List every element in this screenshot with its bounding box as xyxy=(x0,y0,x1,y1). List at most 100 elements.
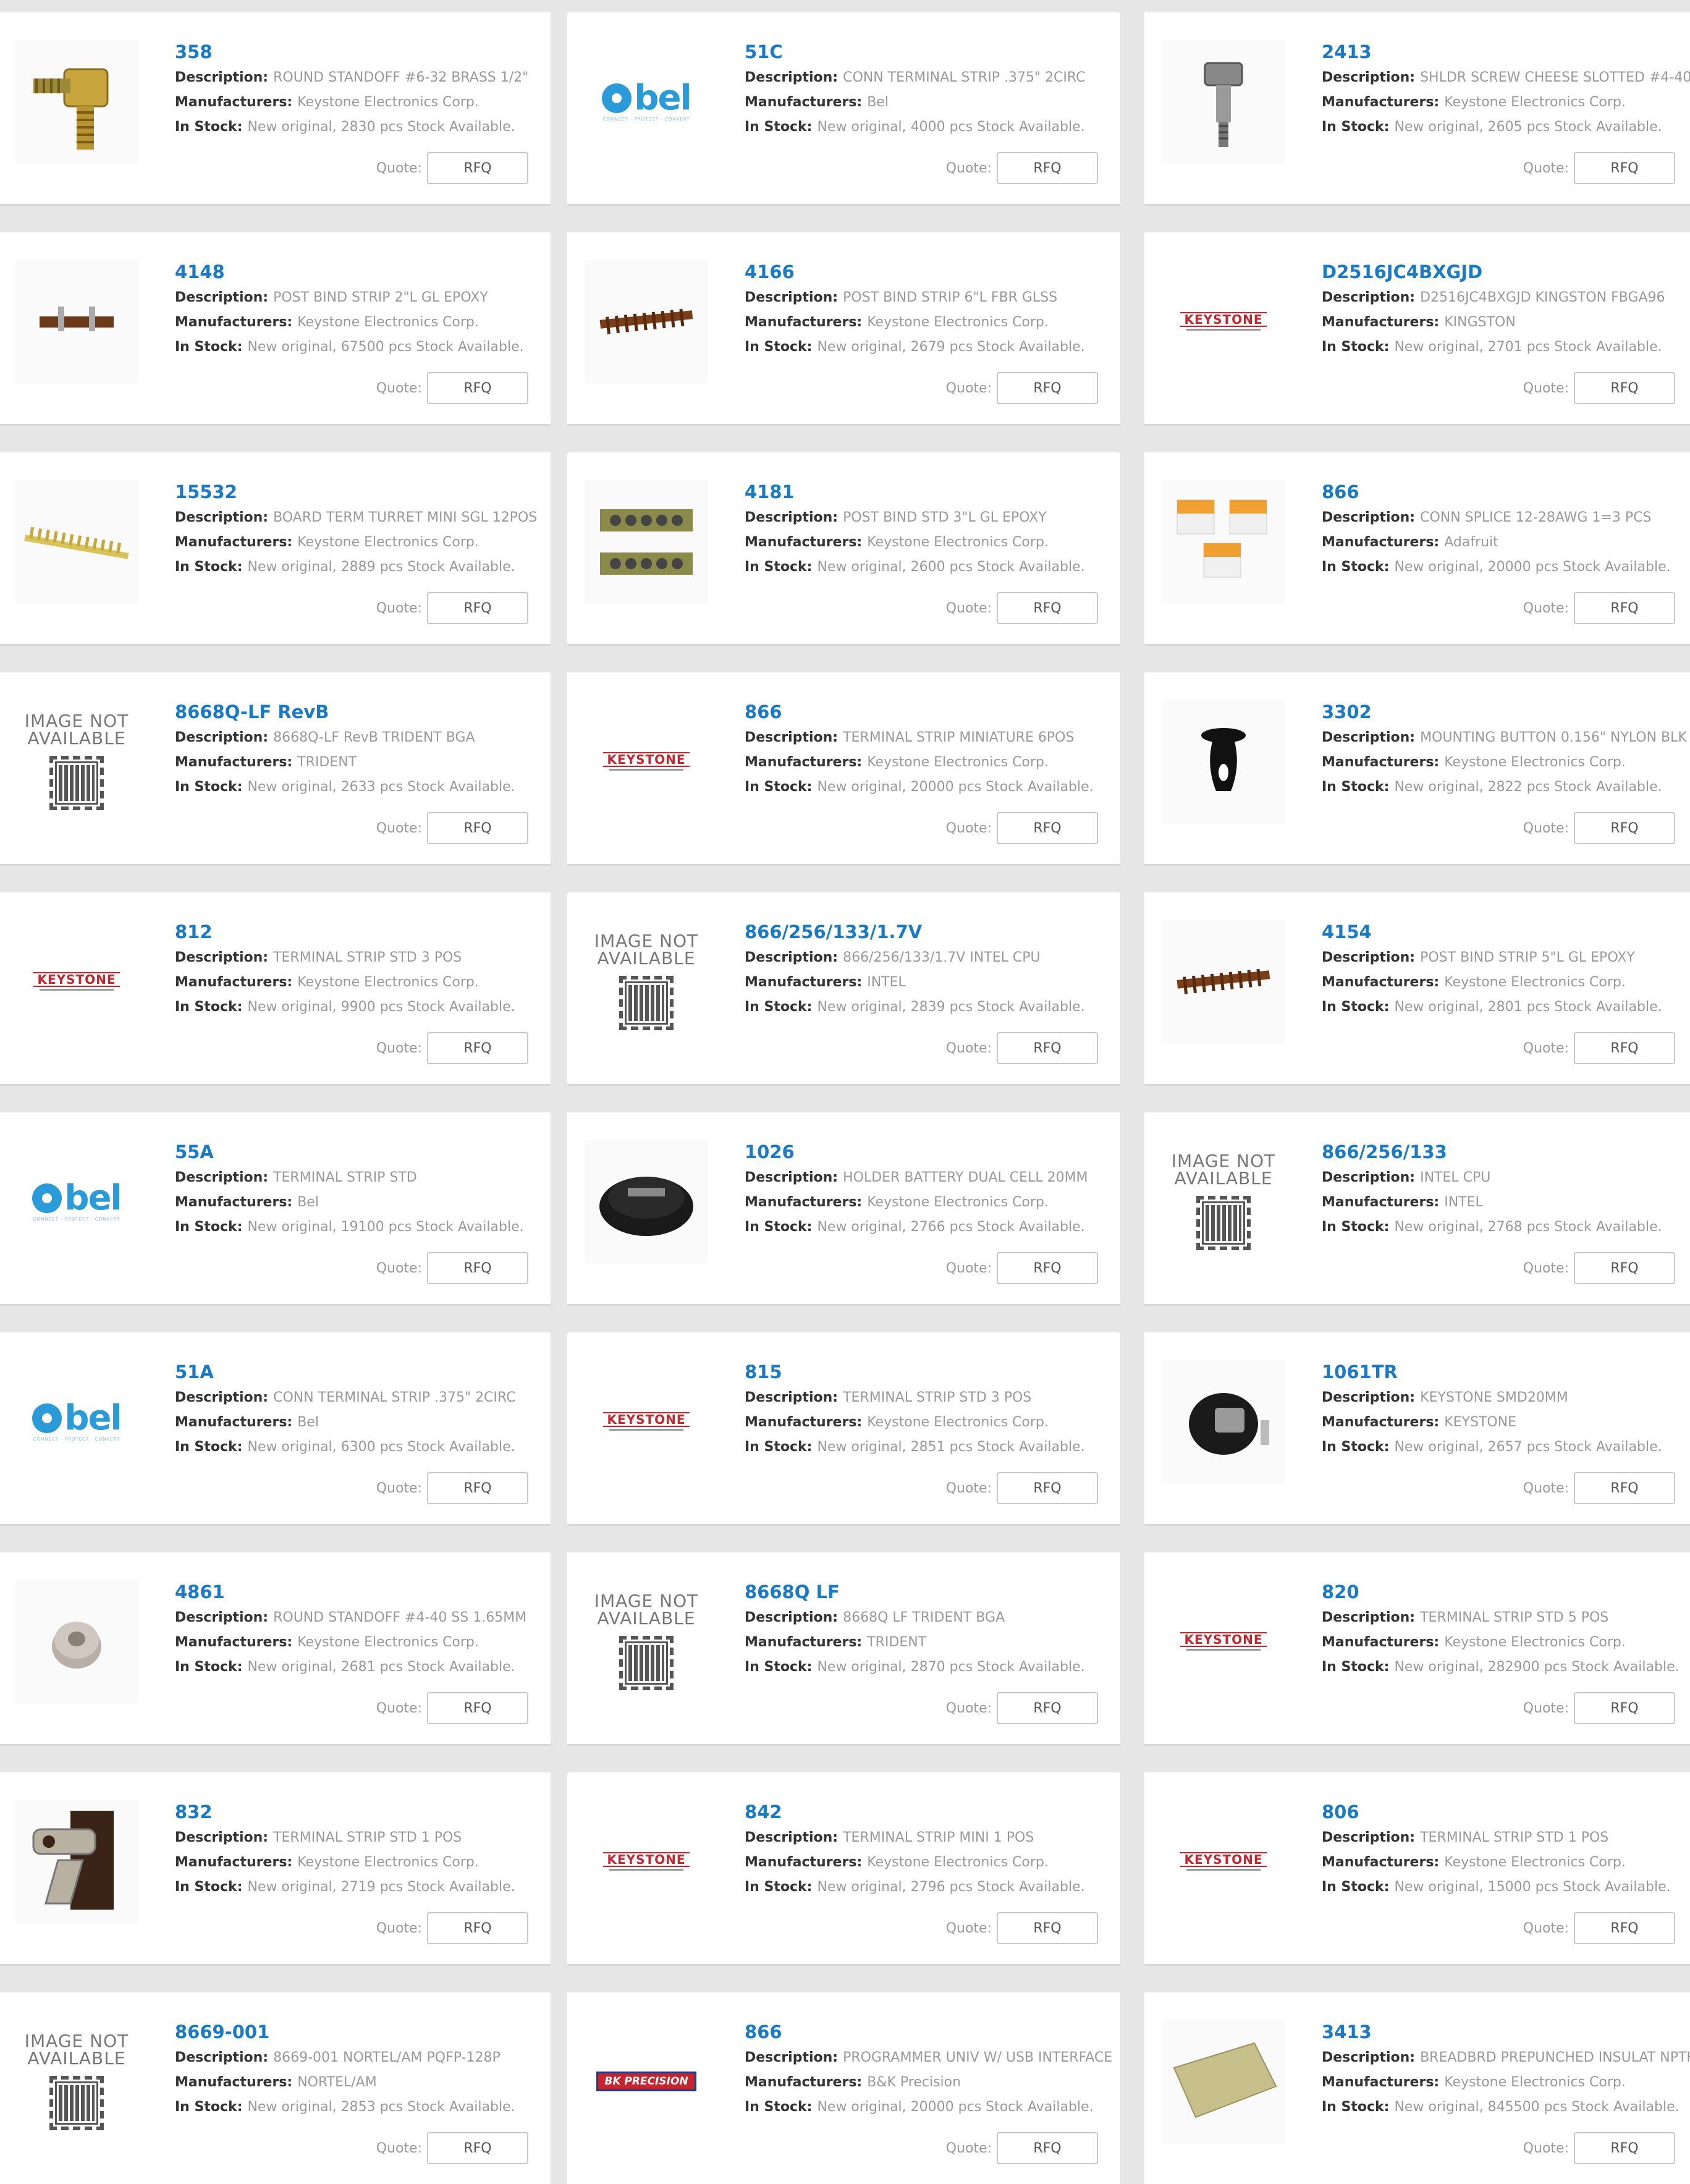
product-image[interactable]: bel CONNECT · PROTECT · CONVERT xyxy=(15,1360,138,1483)
product-image[interactable] xyxy=(1162,2020,1285,2143)
part-number-link[interactable]: 866/256/133 xyxy=(1322,1141,1690,1166)
product-image[interactable]: IMAGE NOT AVAILABLE xyxy=(15,2020,138,2143)
rfq-button[interactable]: RFQ xyxy=(1574,1252,1675,1284)
product-card: 3413 Description: BREADBRD PREPUNCHED INS… xyxy=(1144,1992,1690,2184)
part-number-link[interactable]: 842 xyxy=(745,1801,1120,1826)
part-number-link[interactable]: 55A xyxy=(175,1141,551,1166)
rfq-button[interactable]: RFQ xyxy=(427,1692,528,1724)
part-number-link[interactable]: 4154 xyxy=(1322,921,1690,946)
part-number-link[interactable]: 51C xyxy=(745,41,1120,66)
part-number-link[interactable]: 866 xyxy=(745,2021,1120,2046)
product-image[interactable]: KEYSTONE xyxy=(15,920,138,1043)
product-image[interactable] xyxy=(1162,1360,1285,1483)
product-image[interactable]: IMAGE NOT AVAILABLE xyxy=(15,700,138,823)
part-number-link[interactable]: 815 xyxy=(745,1361,1120,1386)
manufacturer-label: Manufacturers: xyxy=(1322,1855,1440,1870)
part-number-link[interactable]: 866 xyxy=(1322,481,1690,506)
part-number-link[interactable]: 4181 xyxy=(745,481,1120,506)
product-image[interactable]: bel CONNECT · PROTECT · CONVERT xyxy=(585,40,708,163)
manufacturer-value: Keystone Electronics Corp. xyxy=(297,1635,479,1650)
rfq-button[interactable]: RFQ xyxy=(1574,152,1675,184)
rfq-button[interactable]: RFQ xyxy=(1574,1472,1675,1504)
manufacturer-label: Manufacturers: xyxy=(745,2075,863,2090)
product-image[interactable]: KEYSTONE xyxy=(585,1800,708,1923)
product-image[interactable] xyxy=(1162,40,1285,163)
product-image[interactable]: KEYSTONE xyxy=(585,1360,708,1483)
rfq-button[interactable]: RFQ xyxy=(427,152,528,184)
rfq-button[interactable]: RFQ xyxy=(997,372,1098,404)
rfq-button[interactable]: RFQ xyxy=(997,592,1098,624)
rfq-button[interactable]: RFQ xyxy=(997,2132,1098,2164)
product-image[interactable]: bel CONNECT · PROTECT · CONVERT xyxy=(15,1140,138,1263)
rfq-button[interactable]: RFQ xyxy=(1574,812,1675,844)
product-image[interactable] xyxy=(585,480,708,603)
product-image[interactable]: IMAGE NOT AVAILABLE xyxy=(1162,1140,1285,1263)
part-number-link[interactable]: 2413 xyxy=(1322,41,1690,66)
product-image[interactable] xyxy=(15,260,138,383)
product-image[interactable] xyxy=(15,40,138,163)
part-number-link[interactable]: 4148 xyxy=(175,261,551,286)
rfq-button[interactable]: RFQ xyxy=(427,1472,528,1504)
part-number-link[interactable]: 866/256/133/1.7V xyxy=(745,921,1120,946)
rfq-button[interactable]: RFQ xyxy=(427,812,528,844)
product-image[interactable] xyxy=(585,1140,708,1263)
description-label: Description: xyxy=(1322,1170,1416,1185)
part-number-link[interactable]: 820 xyxy=(1322,1581,1690,1606)
part-number-link[interactable]: D2516JC4BXGJD xyxy=(1322,261,1690,286)
part-number-link[interactable]: 15532 xyxy=(175,481,551,506)
product-image[interactable] xyxy=(15,480,138,603)
part-number-link[interactable]: 832 xyxy=(175,1801,551,1826)
rfq-button[interactable]: RFQ xyxy=(997,1692,1098,1724)
rfq-button[interactable]: RFQ xyxy=(1574,1032,1675,1064)
rfq-button[interactable]: RFQ xyxy=(997,1472,1098,1504)
part-number-link[interactable]: 1026 xyxy=(745,1141,1120,1166)
rfq-button[interactable]: RFQ xyxy=(997,1032,1098,1064)
product-image[interactable] xyxy=(15,1800,138,1923)
part-number-link[interactable]: 4861 xyxy=(175,1581,551,1606)
rfq-button[interactable]: RFQ xyxy=(427,1912,528,1944)
rfq-button[interactable]: RFQ xyxy=(1574,2132,1675,2164)
product-info: 358 Description: ROUND STANDOFF #6-32 BRA… xyxy=(175,41,551,140)
rfq-button[interactable]: RFQ xyxy=(997,1912,1098,1944)
part-number-link[interactable]: 1061TR xyxy=(1322,1361,1690,1386)
part-number-link[interactable]: 8669-001 xyxy=(175,2021,551,2046)
rfq-button[interactable]: RFQ xyxy=(1574,1692,1675,1724)
part-number-link[interactable]: 3413 xyxy=(1322,2021,1690,2046)
part-number-link[interactable]: 51A xyxy=(175,1361,551,1386)
product-image[interactable] xyxy=(15,1580,138,1703)
rfq-button[interactable]: RFQ xyxy=(427,592,528,624)
rfq-button[interactable]: RFQ xyxy=(1574,1912,1675,1944)
product-image[interactable] xyxy=(585,260,708,383)
rfq-button[interactable]: RFQ xyxy=(997,1252,1098,1284)
rfq-button[interactable]: RFQ xyxy=(997,152,1098,184)
rfq-button[interactable]: RFQ xyxy=(427,2132,528,2164)
stock-value: New original, 2801 pcs Stock Available. xyxy=(1394,999,1662,1015)
part-number-link[interactable]: 866 xyxy=(745,701,1120,726)
product-image[interactable]: KEYSTONE xyxy=(585,700,708,823)
keystone-logo-icon: KEYSTONE xyxy=(603,1412,690,1431)
product-image[interactable] xyxy=(1162,480,1285,603)
part-number-link[interactable]: 806 xyxy=(1322,1801,1690,1826)
rfq-button[interactable]: RFQ xyxy=(427,1032,528,1064)
part-number-link[interactable]: 8668Q-LF RevB xyxy=(175,701,551,726)
rfq-button[interactable]: RFQ xyxy=(427,372,528,404)
product-image[interactable]: BK PRECISION xyxy=(585,2020,708,2143)
rfq-button[interactable]: RFQ xyxy=(1574,592,1675,624)
product-image[interactable]: KEYSTONE xyxy=(1162,1800,1285,1923)
part-number-link[interactable]: 358 xyxy=(175,41,551,66)
product-image[interactable]: IMAGE NOT AVAILABLE xyxy=(585,1580,708,1703)
product-image[interactable] xyxy=(1162,920,1285,1043)
part-number-link[interactable]: 8668Q LF xyxy=(745,1581,1120,1606)
stock-line: In Stock: New original, 845500 pcs Stock … xyxy=(1322,2095,1690,2120)
part-number-link[interactable]: 3302 xyxy=(1322,701,1690,726)
product-image[interactable]: KEYSTONE xyxy=(1162,260,1285,383)
part-number-link[interactable]: 4166 xyxy=(745,261,1120,286)
product-image[interactable]: KEYSTONE xyxy=(1162,1580,1285,1703)
rfq-button[interactable]: RFQ xyxy=(427,1252,528,1284)
rfq-button[interactable]: RFQ xyxy=(997,812,1098,844)
rfq-button[interactable]: RFQ xyxy=(1574,372,1675,404)
part-number-link[interactable]: 812 xyxy=(175,921,551,946)
stock-line: In Stock: New original, 2600 pcs Stock Av… xyxy=(745,555,1120,580)
product-image[interactable] xyxy=(1162,700,1285,823)
product-image[interactable]: IMAGE NOT AVAILABLE xyxy=(585,920,708,1043)
